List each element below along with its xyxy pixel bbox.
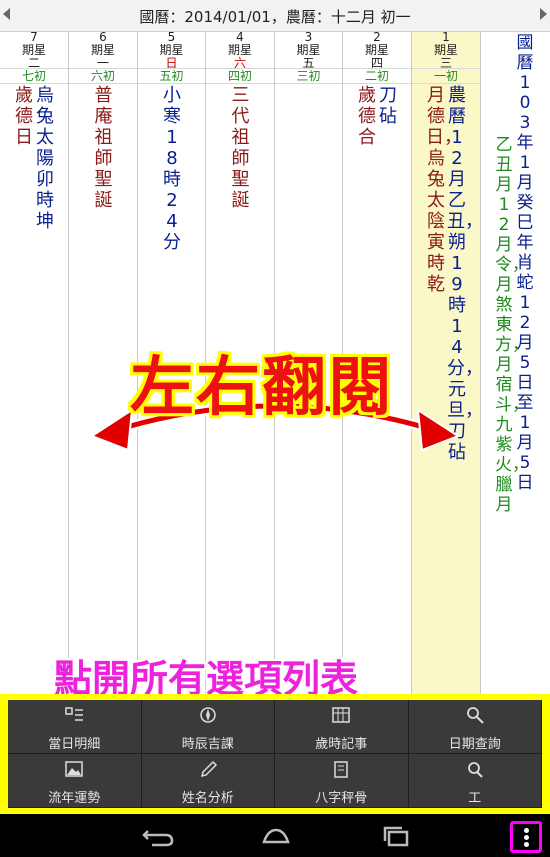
menu-item-8[interactable]: 工 xyxy=(408,754,542,808)
lunar-day: 三初 xyxy=(275,68,342,84)
lunar-day: 六初 xyxy=(69,68,137,84)
weekday-label: 期星 xyxy=(21,43,46,57)
date-header-text: 國曆：2014/01/01，農曆：十二月 初一 xyxy=(139,8,411,26)
menu-item-7[interactable]: 八字秤骨 xyxy=(275,754,409,808)
day-number: 4 xyxy=(236,30,244,44)
lunar-day: 一初 xyxy=(412,68,480,84)
day-note: 歲德合 xyxy=(358,85,376,148)
menu-item-2[interactable]: 時辰吉課 xyxy=(141,700,275,754)
menu-item-label: 歲時記事 xyxy=(315,737,368,752)
day-number: 3 xyxy=(304,30,313,44)
calendar-grid-icon xyxy=(332,707,350,723)
menu-item-label: 姓名分析 xyxy=(181,791,234,806)
day-note: 烏兔太陽卯時坤 xyxy=(36,85,54,232)
menu-item-label: 日期查詢 xyxy=(448,737,501,752)
menu-item-4[interactable]: 日期查詢 xyxy=(408,700,542,754)
next-arrow-icon[interactable] xyxy=(540,8,547,20)
day-number: 6 xyxy=(99,30,107,44)
menu-item-5[interactable]: 流年運勢 xyxy=(8,754,142,808)
weekday-label: 期星 xyxy=(433,43,458,57)
lunar-day: 四初 xyxy=(206,68,274,84)
day-column-6[interactable]: 6 期星一六初 普庵祖師聖誕 xyxy=(69,30,138,694)
info-line-lunar-month: 乙丑月12月令，月煞東方，月宿斗，九紫火，臘月 xyxy=(495,135,529,515)
menu-item-3[interactable]: 歲時記事 xyxy=(275,700,409,754)
recent-apps-icon[interactable] xyxy=(378,824,414,848)
weekday-label: 期星 xyxy=(159,43,184,57)
day-note: 月德日，烏兔太陰寅時乾 xyxy=(426,85,462,295)
overflow-menu-button[interactable] xyxy=(510,821,542,853)
info-panel: 國曆103年1月癸巳年肖蛇12月5日至1月5日 乙丑月12月令，月煞東方，月宿斗… xyxy=(482,32,550,694)
day-column-1[interactable]: 1 期星三一初 月德日，烏兔太陰寅時乾 農曆12月乙丑，朔19時14分，元旦，刀砧 xyxy=(412,30,483,694)
day-number: 2 xyxy=(373,30,381,44)
menu-item-6[interactable]: 姓名分析 xyxy=(141,754,275,808)
day-number: 5 xyxy=(167,30,176,44)
day-number: 1 xyxy=(442,30,450,44)
weekday-label: 期星 xyxy=(227,43,252,57)
android-nav-bar xyxy=(0,814,550,857)
options-menu: 當日明細 時辰吉課 歲時記事 日期查詢流年運勢 姓名分析 八字秤骨 工 xyxy=(0,694,550,814)
day-column-7[interactable]: 7 期星二七初 歲德日 烏兔太陽卯時坤 xyxy=(0,30,69,694)
menu-item-label: 工 xyxy=(468,791,482,806)
day-note: 普庵祖師聖誕 xyxy=(94,85,113,211)
menu-item-label: 時辰吉課 xyxy=(181,737,234,752)
day-note: 刀砧 xyxy=(379,85,397,127)
pencil-icon xyxy=(200,760,217,778)
back-icon[interactable] xyxy=(140,824,176,848)
picture-icon xyxy=(65,761,83,777)
search-icon xyxy=(466,707,484,724)
swipe-hint-title: 左右翻閱 xyxy=(130,351,394,425)
tools-icon xyxy=(467,762,483,778)
day-note: 小寒18時24分 xyxy=(163,85,181,253)
weekday-label: 期星 xyxy=(90,43,115,57)
home-icon[interactable] xyxy=(258,824,294,848)
date-header: 國曆：2014/01/01，農曆：十二月 初一 xyxy=(0,0,550,32)
menu-item-label: 八字秤骨 xyxy=(315,791,368,806)
day-note: 三代祖師聖誕 xyxy=(231,85,250,211)
compass-icon xyxy=(199,707,216,723)
notebook-icon xyxy=(334,761,348,778)
weekday-label: 期星 xyxy=(364,43,389,57)
day-note: 歲德日 xyxy=(15,85,33,148)
lunar-day: 七初 xyxy=(0,68,68,84)
lunar-day: 五初 xyxy=(138,68,205,84)
weekday-label: 期星 xyxy=(296,43,321,57)
day-detail-icon xyxy=(65,707,83,721)
day-number: 7 xyxy=(30,30,38,44)
lunar-day: 二初 xyxy=(343,68,411,84)
menu-item-label: 流年運勢 xyxy=(48,791,101,806)
menu-item-1[interactable]: 當日明細 xyxy=(8,700,142,754)
day-note: 農曆12月乙丑，朔19時14分，元旦，刀砧 xyxy=(447,85,483,463)
menu-item-label: 當日明細 xyxy=(48,737,101,752)
